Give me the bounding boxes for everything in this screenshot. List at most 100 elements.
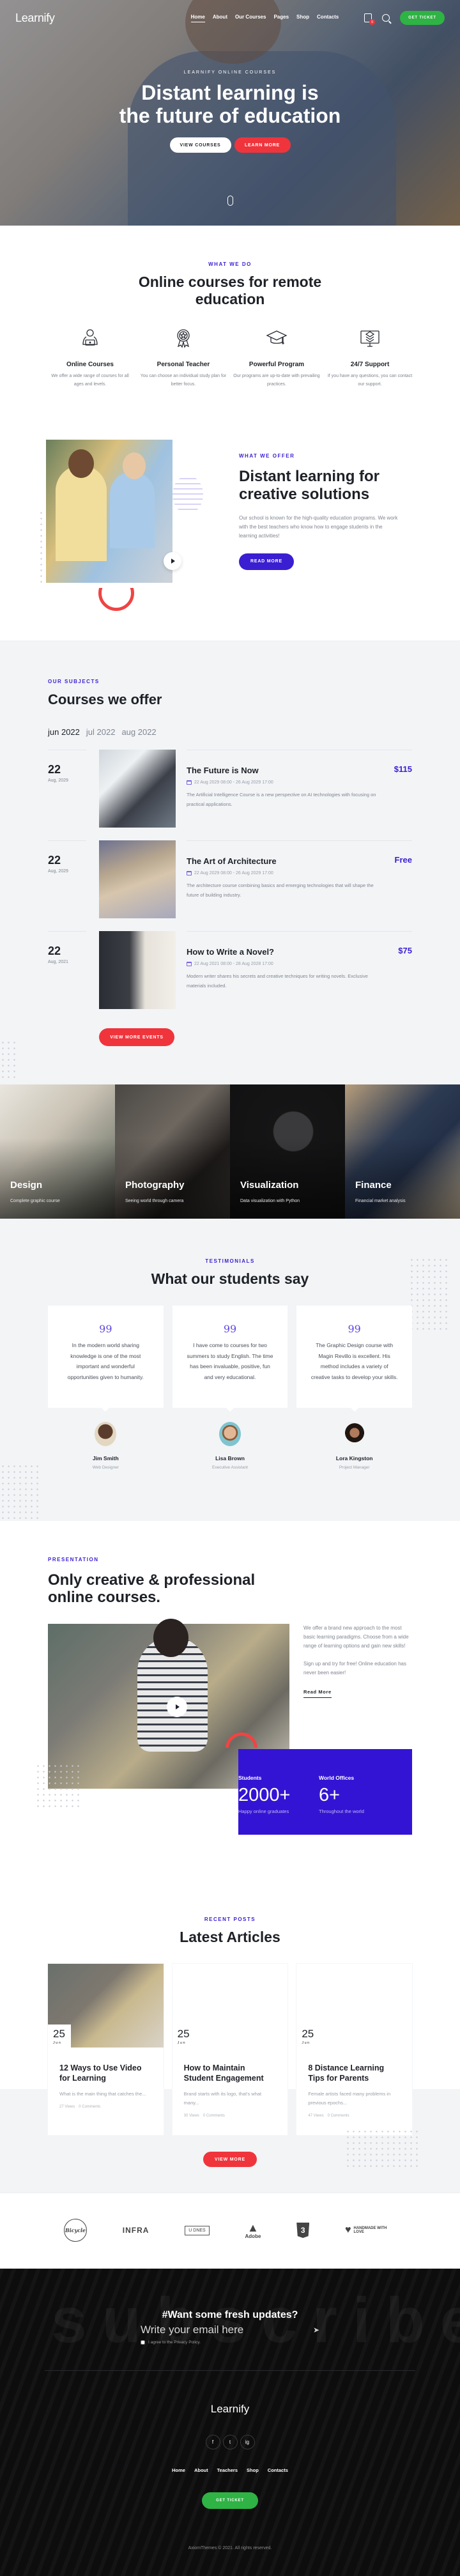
- partner-logo-udnes[interactable]: U DNES: [185, 2225, 210, 2235]
- partner-logo-bicycle[interactable]: Bicycle: [64, 2219, 87, 2242]
- hero-section: Learnify Home About Our Courses Pages Sh…: [0, 0, 460, 226]
- course-item[interactable]: 22 Aug, 2029 The Art of Architecture 22 A…: [48, 840, 412, 918]
- course-item[interactable]: 22 Aug, 2021 How to Write a Novel? 22 Aug…: [48, 931, 412, 1009]
- email-input[interactable]: [141, 2324, 294, 2336]
- article-card[interactable]: 25 Jun 12 Ways to Use Video for Learning …: [48, 1964, 164, 2135]
- course-image[interactable]: [99, 931, 176, 1009]
- section-eyebrow: Testimonials: [205, 1258, 255, 1264]
- category-card-finance[interactable]: Finance Financial market analysis: [345, 1084, 460, 1219]
- article-date: 25 Jun: [172, 2025, 195, 2050]
- cart-icon[interactable]: 0: [364, 13, 375, 25]
- subscribe-form: #Want some fresh updates? ➤ I agree to t…: [45, 2269, 415, 2371]
- course-title[interactable]: The Future is Now: [187, 766, 412, 775]
- calendar-icon: [187, 962, 192, 966]
- section-eyebrow: What we offer: [239, 452, 295, 459]
- decorative-waves: [172, 475, 203, 514]
- decorative-ring: [98, 588, 134, 611]
- category-card-photography[interactable]: Photography Seeing world through camera: [115, 1084, 230, 1219]
- menu-item-about[interactable]: About: [213, 14, 227, 22]
- stats-panel: Students 2000+ Happy online graduates Wo…: [238, 1749, 412, 1835]
- tab-jun-2022[interactable]: jun 2022: [48, 727, 80, 737]
- play-video-button[interactable]: [167, 1697, 187, 1717]
- read-more-button[interactable]: Read More: [239, 553, 294, 570]
- social-links: f t ig: [0, 2435, 460, 2449]
- course-title[interactable]: The Art of Architecture: [187, 856, 412, 866]
- footer-get-ticket-button[interactable]: Get Ticket: [202, 2492, 258, 2509]
- view-more-events-button[interactable]: View More Events: [99, 1028, 174, 1046]
- learn-more-button[interactable]: Learn More: [234, 137, 291, 153]
- avatar: [218, 1422, 241, 1446]
- section-title: Distant learning for creative solutions: [239, 467, 380, 503]
- category-card-visualization[interactable]: Visualization Data visualization with Pyt…: [230, 1084, 345, 1219]
- testimonial-author: Jim Smith Web Designer: [48, 1422, 164, 1470]
- twitter-icon[interactable]: t: [222, 2435, 238, 2449]
- view-more-articles-button[interactable]: View More: [203, 2152, 257, 2167]
- decorative-dots: [0, 1040, 19, 1078]
- footer-logo[interactable]: Learnify: [0, 2403, 460, 2416]
- adobe-icon: ▲: [247, 2221, 259, 2234]
- features-section: What we do Online courses for remote edu…: [0, 226, 460, 414]
- partner-logo-infra[interactable]: INFRA: [123, 2226, 150, 2235]
- menu-item-our-courses[interactable]: Our Courses: [235, 14, 266, 22]
- testimonial-author: Lora Kingston Project Manager: [296, 1422, 412, 1470]
- tab-aug-2022[interactable]: aug 2022: [121, 727, 156, 737]
- testimonial-card: 99 In the modern world sharing knowledge …: [48, 1306, 164, 1412]
- course-image[interactable]: [99, 750, 176, 828]
- partner-logo-handmade[interactable]: ♥ HANDMADE WITH LOVE: [345, 2225, 396, 2236]
- section-title: Only creative & professional online cour…: [48, 1571, 256, 1606]
- offer-description: Our school is known for the high-quality…: [239, 514, 398, 539]
- article-date: 25 Jun: [296, 2025, 320, 2050]
- tab-jul-2022[interactable]: jul 2022: [86, 727, 116, 737]
- course-title[interactable]: How to Write a Novel?: [187, 947, 412, 957]
- article-card[interactable]: 25 Jun 8 Distance Learning Tips for Paren…: [296, 1964, 412, 2135]
- course-image[interactable]: [99, 840, 176, 918]
- section-eyebrow: What we do: [208, 261, 252, 267]
- article-title[interactable]: 12 Ways to Use Video for Learning: [59, 2063, 152, 2083]
- graduation-cap-icon: [266, 330, 288, 344]
- section-title: Online courses for remote education: [138, 274, 322, 307]
- facebook-icon[interactable]: f: [205, 2435, 220, 2449]
- menu-item-home[interactable]: Home: [190, 14, 205, 22]
- calendar-icon: [187, 780, 192, 785]
- top-nav: Learnify Home About Our Courses Pages Sh…: [0, 0, 460, 36]
- hero-title: Distant learning is the future of educat…: [119, 81, 341, 127]
- play-icon: [176, 1704, 180, 1709]
- heart-icon: ♥: [345, 2225, 351, 2235]
- menu-item-contacts[interactable]: Contacts: [317, 14, 339, 22]
- feature-item: Online Courses We offer a wide range of …: [46, 327, 134, 389]
- copyright: AxiomThemes © 2021. All rights reserved.: [188, 2546, 272, 2550]
- get-ticket-button[interactable]: Get Ticket: [400, 11, 445, 25]
- menu-item-shop[interactable]: Shop: [296, 14, 309, 22]
- view-courses-button[interactable]: View Courses: [169, 137, 231, 153]
- hero-subtitle: LEARNIFY ONLINE COURSES: [183, 70, 277, 75]
- award-badge-icon: [177, 329, 190, 348]
- article-title[interactable]: How to Maintain Student Engagement: [184, 2063, 277, 2083]
- play-video-button[interactable]: [164, 552, 181, 570]
- instagram-icon[interactable]: ig: [240, 2435, 255, 2449]
- feature-item: Personal Teacher You can choose an indiv…: [139, 327, 227, 389]
- section-title: Courses we offer: [48, 691, 162, 707]
- quote-icon: 99: [348, 1323, 361, 1335]
- article-card[interactable]: 25 Jun How to Maintain Student Engagement…: [172, 1964, 288, 2135]
- section-title: What our students say: [151, 1270, 309, 1287]
- partner-logo-adobe[interactable]: ▲ Adobe: [245, 2222, 261, 2239]
- course-item[interactable]: 22 Aug, 2029 The Future is Now 22 Aug 202…: [48, 750, 412, 828]
- course-price: $75: [398, 946, 412, 955]
- search-icon[interactable]: [382, 14, 390, 22]
- course-price: $115: [394, 764, 412, 774]
- send-icon[interactable]: ➤: [313, 2325, 319, 2334]
- partner-logo-css3[interactable]: 3: [296, 2223, 310, 2238]
- footer: subscribe #Want some fresh updates? ➤ I …: [0, 2269, 460, 2576]
- privacy-checkbox[interactable]: [141, 2340, 145, 2345]
- category-card-design[interactable]: Design Complete graphic course: [0, 1084, 115, 1219]
- site-logo[interactable]: Learnify: [15, 12, 55, 25]
- menu-item-pages[interactable]: Pages: [273, 14, 289, 22]
- support-monitor-icon: [360, 330, 379, 347]
- read-more-link[interactable]: Read More: [303, 1689, 332, 1698]
- article-date: 25 Jun: [48, 2025, 71, 2050]
- testimonials-section: Testimonials What our students say 99 In …: [0, 1219, 460, 1521]
- stat-students: Students 2000+ Happy online graduates: [238, 1775, 291, 1814]
- articles-section: Recent posts Latest Articles 25 Jun 12 Wa…: [0, 1859, 460, 2193]
- article-title[interactable]: 8 Distance Learning Tips for Parents: [308, 2063, 401, 2083]
- scroll-down-mouse-icon[interactable]: [227, 196, 233, 206]
